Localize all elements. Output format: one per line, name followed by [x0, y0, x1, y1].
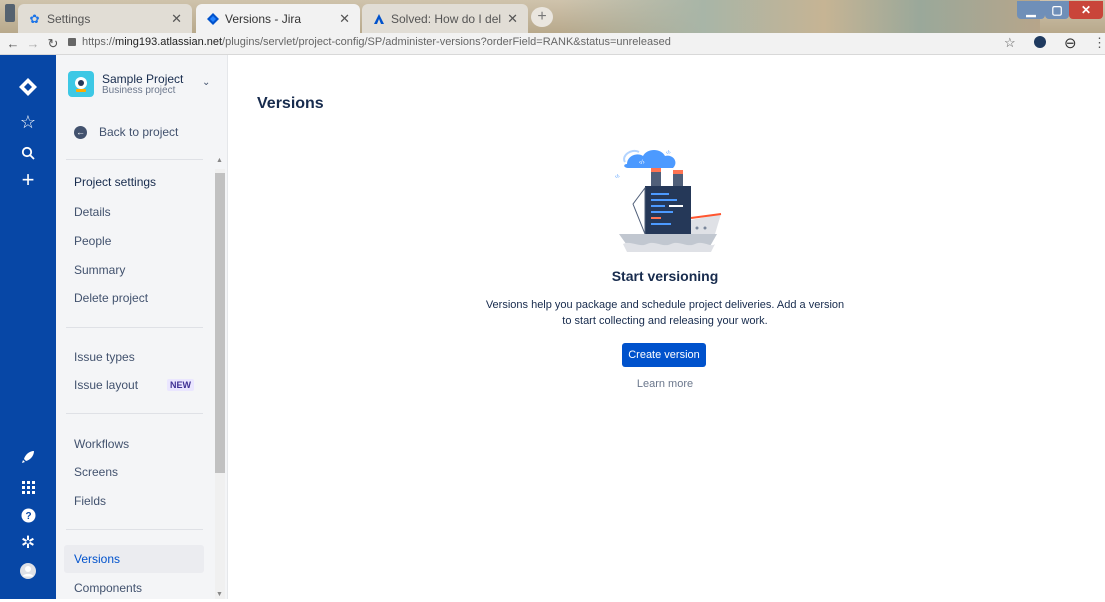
- versioning-illustration: ‹/› ‹/› ‹/›: [611, 144, 723, 256]
- lock-icon: [68, 38, 76, 46]
- scroll-down-arrow-icon[interactable]: ▼: [216, 591, 223, 598]
- scroll-up-arrow-icon[interactable]: ▲: [216, 157, 223, 164]
- project-name[interactable]: Sample Project: [102, 72, 183, 86]
- sidebar-item-label: Summary: [74, 263, 126, 277]
- divider: [66, 529, 203, 530]
- tab-settings[interactable]: ✿ Settings ✕: [18, 4, 192, 33]
- page-title: Versions: [257, 95, 324, 112]
- jira-logo-icon[interactable]: [18, 77, 38, 97]
- browser-toolbar: ← → ↻ https://ming193.atlassian.net/plug…: [0, 33, 1105, 55]
- sidebar-item-details[interactable]: Details: [64, 198, 204, 226]
- extension-icon[interactable]: [1034, 36, 1046, 48]
- url-host: ming193.atlassian.net: [115, 36, 223, 48]
- svg-text:?: ?: [25, 511, 31, 522]
- sidebar-item-workflows[interactable]: Workflows: [64, 430, 204, 458]
- divider: [66, 327, 203, 328]
- sidebar-item-label: People: [74, 234, 112, 248]
- maximize-button[interactable]: ▢: [1045, 1, 1069, 19]
- sidebar-item-label: Delete project: [74, 291, 149, 305]
- sidebar-item-label: Issue layout: [74, 378, 139, 392]
- new-tab-button[interactable]: +: [531, 7, 553, 27]
- sidebar-scrollbar-thumb[interactable]: [215, 173, 225, 473]
- forward-arrow-icon[interactable]: →: [24, 36, 42, 51]
- window-close-button[interactable]: ✕: [1069, 1, 1103, 19]
- search-icon[interactable]: [18, 143, 38, 163]
- menu-kebab-icon[interactable]: ⋮: [1093, 35, 1105, 51]
- back-arrow-icon[interactable]: ←: [4, 36, 22, 51]
- plus-icon[interactable]: +: [18, 167, 38, 192]
- sidebar-item-label: Issue types: [74, 350, 135, 364]
- tab-solved-delete-project[interactable]: Solved: How do I delete a projec ✕: [362, 4, 528, 33]
- tab-title: Solved: How do I delete a projec: [391, 11, 502, 26]
- url-prefix: https://: [82, 36, 116, 48]
- sidebar-item-fields[interactable]: Fields: [64, 487, 204, 515]
- profile-avatar-icon[interactable]: [18, 561, 38, 581]
- divider: [66, 159, 203, 160]
- svg-text:‹/›: ‹/›: [615, 174, 620, 180]
- settings-icon[interactable]: ✲: [18, 533, 38, 553]
- close-icon[interactable]: ✕: [507, 11, 518, 27]
- bookmark-star-icon[interactable]: ☆: [1004, 35, 1016, 51]
- empty-state-description: Versions help you package and schedule p…: [485, 299, 845, 327]
- atlassian-icon: [372, 12, 385, 25]
- url-path: /plugins/servlet/project-config/SP/admin…: [222, 36, 671, 48]
- sidebar-item-issue-types[interactable]: Issue types: [64, 343, 204, 371]
- tab-versions-jira[interactable]: Versions - Jira ✕: [196, 4, 360, 33]
- star-icon[interactable]: ☆: [18, 112, 38, 132]
- sidebar-item-label: Project settings: [74, 175, 157, 189]
- project-sidebar: Sample Project Business project ⌄ ← Back…: [56, 55, 228, 599]
- create-version-button[interactable]: Create version: [622, 343, 706, 367]
- divider: [66, 413, 203, 414]
- sidebar-item-label: Screens: [74, 465, 119, 479]
- gear-icon: ✿: [29, 11, 40, 26]
- browser-theme-background: [560, 0, 1040, 33]
- sidebar-item-summary[interactable]: Summary: [64, 256, 204, 284]
- sidebar-item-issue-layout[interactable]: Issue layout NEW: [64, 371, 204, 399]
- help-icon[interactable]: ?: [18, 505, 38, 525]
- tab-title: Versions - Jira: [225, 11, 302, 26]
- sidebar-heading-project-settings[interactable]: Project settings: [64, 168, 204, 196]
- back-to-project-link[interactable]: ← Back to project: [74, 125, 178, 139]
- tab-title: Settings: [47, 11, 91, 26]
- address-bar[interactable]: https://ming193.atlassian.net/plugins/se…: [68, 36, 671, 48]
- sidebar-item-label: Details: [74, 205, 111, 219]
- sidebar-item-components[interactable]: Components: [64, 574, 204, 602]
- project-type: Business project: [102, 85, 176, 96]
- global-navigation: ☆ + ? ✲: [0, 55, 56, 599]
- reload-icon[interactable]: ↻: [44, 36, 62, 52]
- browser-tab-strip: ✿ Settings ✕ Versions - Jira ✕ Solved: H…: [0, 0, 1105, 33]
- learn-more-link[interactable]: Learn more: [620, 378, 710, 390]
- new-badge: NEW: [167, 379, 194, 391]
- profile-icon[interactable]: ⊖: [1064, 34, 1077, 52]
- jira-icon: [206, 12, 219, 25]
- app-switcher-icon[interactable]: [18, 477, 38, 497]
- empty-state-heading: Start versioning: [611, 268, 719, 284]
- sidebar-item-label: Components: [74, 581, 143, 595]
- sidebar-scrollbar[interactable]: ▲ ▼: [215, 157, 225, 599]
- arrow-left-icon: ←: [74, 125, 87, 139]
- svg-text:‹/›: ‹/›: [666, 150, 671, 156]
- sidebar-item-label: Fields: [74, 494, 107, 508]
- close-icon[interactable]: ✕: [339, 11, 350, 27]
- sidebar-item-versions[interactable]: Versions: [64, 545, 204, 573]
- sidebar-item-label: Workflows: [74, 437, 130, 451]
- close-icon[interactable]: ✕: [171, 11, 182, 27]
- sidebar-item-people[interactable]: People: [64, 227, 204, 255]
- back-to-project-label: Back to project: [99, 125, 179, 139]
- project-avatar[interactable]: [68, 71, 94, 97]
- chevron-down-icon[interactable]: ⌄: [202, 77, 210, 88]
- svg-text:‹/›: ‹/›: [639, 160, 645, 166]
- minimize-button[interactable]: ▁: [1017, 1, 1045, 19]
- sidebar-item-screens[interactable]: Screens: [64, 458, 204, 486]
- browser-app-icon: [5, 4, 15, 22]
- main-scrollbar[interactable]: [1097, 55, 1105, 599]
- rocket-icon[interactable]: [18, 447, 38, 467]
- sidebar-item-label: Versions: [74, 552, 121, 566]
- sidebar-item-delete-project[interactable]: Delete project: [64, 284, 204, 312]
